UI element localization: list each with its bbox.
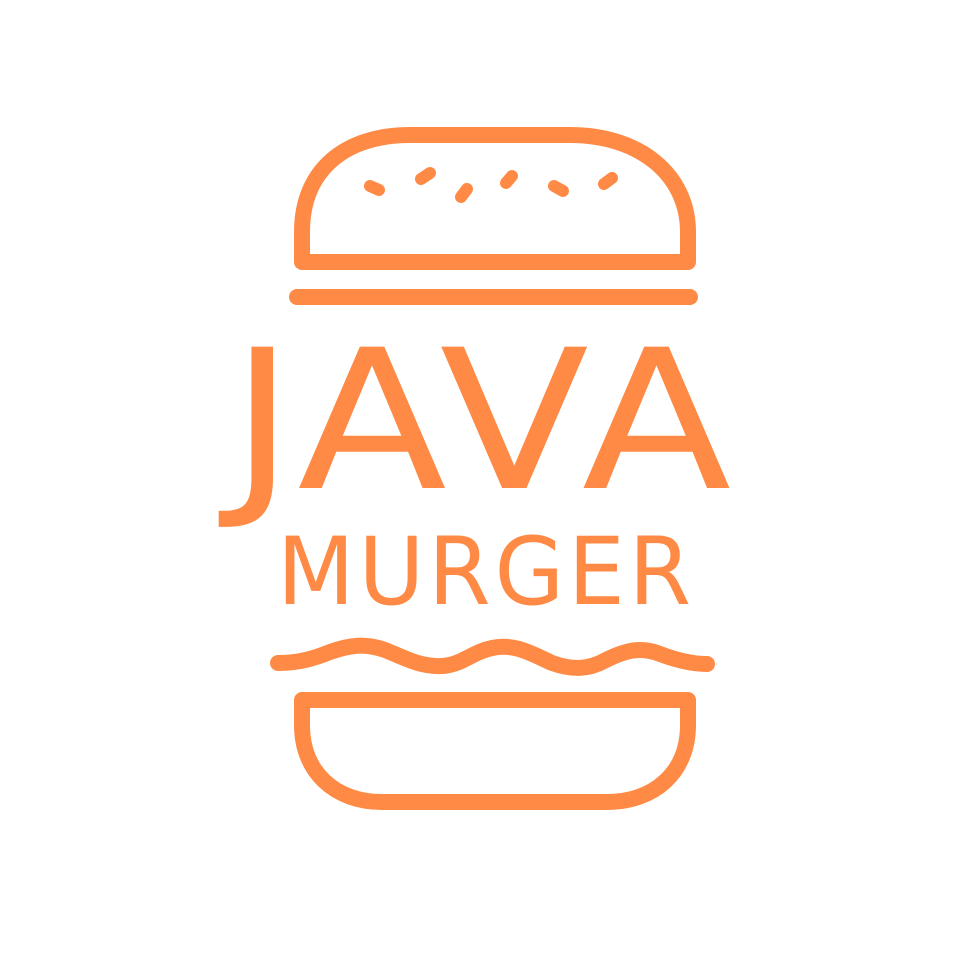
- brand-name-line2: MURGER: [277, 518, 695, 627]
- sesame-seed: [500, 170, 518, 189]
- sesame-seed: [415, 167, 436, 185]
- bottom-bun: [294, 692, 696, 810]
- java-murger-logo: JAVA MURGER: [218, 127, 738, 810]
- lettuce-wave: [270, 637, 715, 676]
- brand-name-line1: JAVA: [218, 308, 738, 534]
- sesame-seed: [598, 172, 618, 190]
- top-bun: [294, 127, 696, 270]
- sesame-seed: [455, 183, 473, 203]
- sesame-seed: [364, 180, 385, 196]
- sesame-seeds: [364, 167, 618, 203]
- sesame-seed: [548, 180, 569, 197]
